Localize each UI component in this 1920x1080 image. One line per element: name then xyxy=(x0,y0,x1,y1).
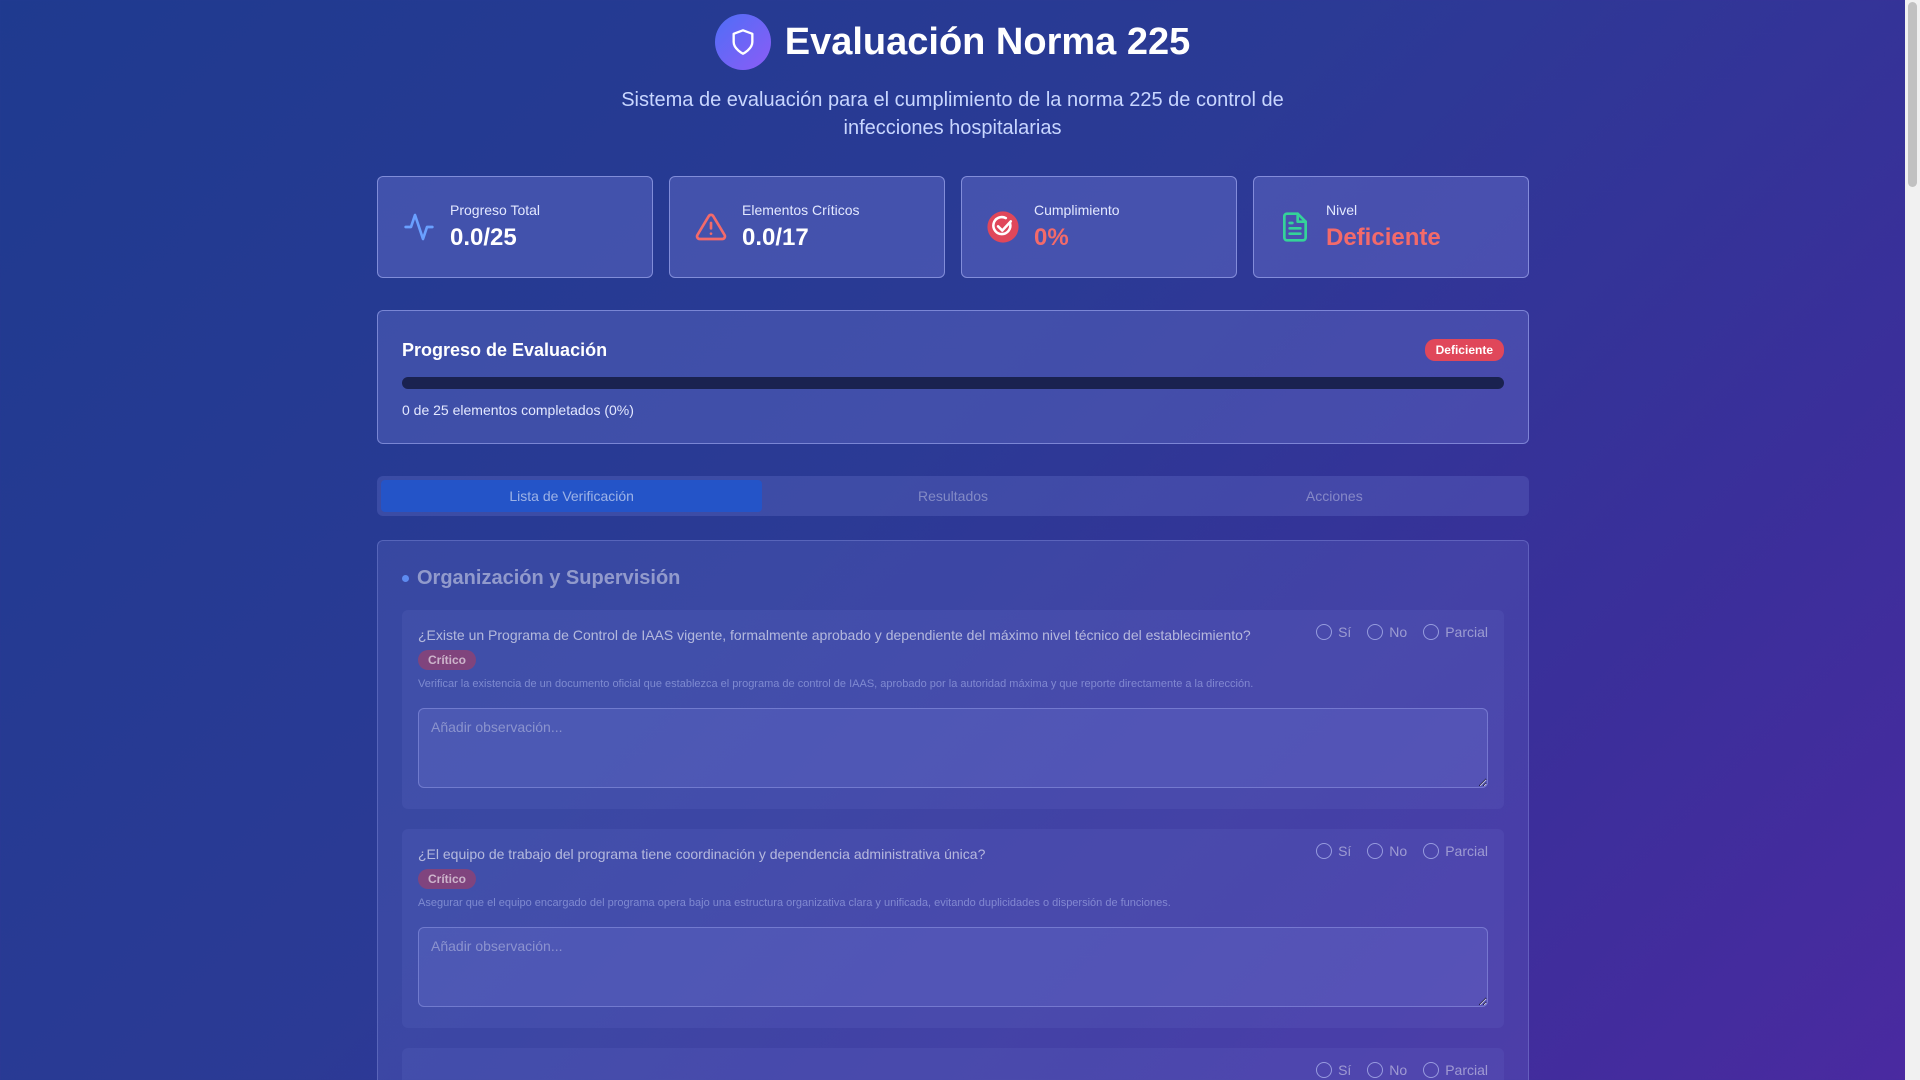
title-row: Evaluación Norma 225 xyxy=(714,14,1191,70)
alert-triangle-icon xyxy=(694,210,728,244)
activity-icon xyxy=(402,210,436,244)
radio-button[interactable] xyxy=(1367,1062,1384,1078)
option-label: No xyxy=(1389,1062,1408,1078)
checklist-item: Sí No Parcial xyxy=(402,1048,1504,1080)
stat-card-level: Nivel Deficiente xyxy=(1253,176,1529,278)
option-yes[interactable]: Sí xyxy=(1316,624,1351,640)
observation-field[interactable] xyxy=(418,708,1488,788)
option-partial[interactable]: Parcial xyxy=(1423,843,1488,859)
progress-title: Progreso de Evaluación xyxy=(402,339,608,360)
stat-label: Elementos Críticos xyxy=(742,202,860,218)
progress-card: Progreso de Evaluación Deficiente 0 de 2… xyxy=(377,310,1529,444)
scrollbar[interactable] xyxy=(1905,0,1920,1080)
answer-options: Sí No Parcial xyxy=(1316,843,1488,859)
tab-actions[interactable]: Acciones xyxy=(1144,480,1525,512)
answer-options: Sí No Parcial xyxy=(1316,624,1488,640)
radio-button[interactable] xyxy=(1367,843,1384,859)
stat-label: Progreso Total xyxy=(450,202,541,218)
critical-badge: Crítico xyxy=(418,869,477,889)
progress-bar xyxy=(402,377,1504,389)
critical-badge: Crítico xyxy=(418,650,477,670)
stat-value: Deficiente xyxy=(1326,224,1441,251)
tab-results[interactable]: Resultados xyxy=(762,480,1143,512)
section-title: Organización y Supervisión xyxy=(417,567,681,589)
option-partial[interactable]: Parcial xyxy=(1423,1062,1488,1078)
header: Evaluación Norma 225 Sistema de evaluaci… xyxy=(0,14,1905,142)
stat-value: 0% xyxy=(1034,224,1069,251)
option-label: No xyxy=(1389,624,1408,640)
checklist-panel: Organización y Supervisión ¿Existe un Pr… xyxy=(377,540,1529,1080)
progress-header: Progreso de Evaluación Deficiente xyxy=(402,339,1504,361)
stat-label: Cumplimiento xyxy=(1034,202,1120,218)
radio-button[interactable] xyxy=(1423,1062,1440,1078)
page-subtitle: Sistema de evaluación para el cumplimien… xyxy=(621,89,1284,139)
status-badge: Deficiente xyxy=(1424,339,1504,361)
section-dot xyxy=(402,575,409,582)
option-label: Parcial xyxy=(1445,843,1488,859)
item-question: ¿Existe un Programa de Control de IAAS v… xyxy=(418,627,1251,643)
radio-button[interactable] xyxy=(1423,624,1440,640)
stats-row: Progreso Total 0.0/25 Elementos Críticos… xyxy=(377,176,1529,278)
option-label: No xyxy=(1389,843,1408,859)
stat-card-progress: Progreso Total 0.0/25 xyxy=(377,176,653,278)
answer-options: Sí No Parcial xyxy=(1316,1062,1488,1078)
item-description: Verificar la existencia de un documento … xyxy=(418,678,1254,690)
option-no[interactable]: No xyxy=(1367,624,1407,640)
option-yes[interactable]: Sí xyxy=(1316,1062,1351,1078)
stat-label: Nivel xyxy=(1326,202,1358,218)
shield-icon xyxy=(714,14,771,70)
option-label: Sí xyxy=(1338,1062,1352,1078)
option-label: Sí xyxy=(1338,843,1352,859)
page-title: Evaluación Norma 225 xyxy=(784,20,1191,63)
tabs: Lista de Verificación Resultados Accione… xyxy=(377,476,1529,516)
radio-button[interactable] xyxy=(1423,843,1440,859)
observation-field[interactable] xyxy=(418,927,1488,1007)
option-no[interactable]: No xyxy=(1367,1062,1407,1078)
page: Evaluación Norma 225 Sistema de evaluaci… xyxy=(0,0,1905,1080)
option-no[interactable]: No xyxy=(1367,843,1407,859)
radio-button[interactable] xyxy=(1316,843,1333,859)
radio-button[interactable] xyxy=(1316,1062,1333,1078)
item-question: ¿El equipo de trabajo del programa tiene… xyxy=(418,846,986,862)
checklist-item: ¿El equipo de trabajo del programa tiene… xyxy=(402,829,1504,1028)
section-header: Organización y Supervisión xyxy=(402,567,1504,590)
progress-text: 0 de 25 elementos completados (0%) xyxy=(402,402,634,418)
stat-card-critical: Elementos Críticos 0.0/17 xyxy=(669,176,945,278)
item-description: Asegurar que el equipo encargado del pro… xyxy=(418,897,1171,909)
tab-checklist[interactable]: Lista de Verificación xyxy=(381,480,763,512)
document-icon xyxy=(1278,210,1312,244)
stat-card-compliance: Cumplimiento 0% xyxy=(961,176,1237,278)
option-yes[interactable]: Sí xyxy=(1316,843,1351,859)
option-label: Sí xyxy=(1338,624,1352,640)
scrollbar-thumb[interactable] xyxy=(1908,2,1917,187)
radio-button[interactable] xyxy=(1367,624,1384,640)
option-partial[interactable]: Parcial xyxy=(1423,624,1488,640)
stat-value: 0.0/25 xyxy=(450,224,517,251)
option-label: Parcial xyxy=(1445,624,1488,640)
check-circle-icon xyxy=(986,210,1020,244)
checklist-item: ¿Existe un Programa de Control de IAAS v… xyxy=(402,610,1504,809)
radio-button[interactable] xyxy=(1316,624,1333,640)
option-label: Parcial xyxy=(1445,1062,1488,1078)
stat-value: 0.0/17 xyxy=(742,224,809,251)
